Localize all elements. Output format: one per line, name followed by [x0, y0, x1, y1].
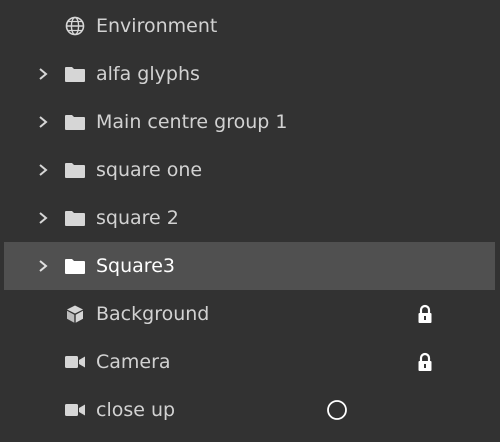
layer-label: square 2	[96, 207, 179, 229]
folder-icon	[64, 111, 86, 133]
layer-row-background[interactable]: Background	[0, 290, 500, 338]
layer-row-close-up[interactable]: close up	[0, 386, 500, 434]
circle-icon[interactable]	[326, 399, 348, 421]
camera-icon	[64, 399, 86, 421]
folder-icon	[64, 159, 86, 181]
layer-label: alfa glyphs	[96, 63, 200, 85]
camera-icon	[64, 351, 86, 373]
layer-label: Square3	[96, 255, 175, 277]
folder-icon	[64, 255, 86, 277]
cube-icon	[64, 303, 86, 325]
layer-row-square-one[interactable]: square one	[0, 146, 500, 194]
layer-label: Camera	[96, 351, 171, 373]
layer-label: close up	[96, 399, 176, 421]
layer-label: Environment	[96, 15, 218, 37]
layer-row-camera[interactable]: Camera	[0, 338, 500, 386]
chevron-right-icon[interactable]	[36, 115, 50, 129]
globe-icon	[64, 15, 86, 37]
layer-row-square3[interactable]: Square3	[4, 242, 495, 290]
lock-icon[interactable]	[414, 351, 436, 373]
lock-icon[interactable]	[414, 303, 436, 325]
chevron-right-icon[interactable]	[36, 259, 50, 273]
chevron-right-icon[interactable]	[36, 163, 50, 177]
layer-row-environment[interactable]: Environment	[0, 2, 500, 50]
layers-panel: Environment alfa glyphs Main centre grou…	[0, 0, 500, 442]
chevron-right-icon[interactable]	[36, 211, 50, 225]
layer-label: square one	[96, 159, 203, 181]
folder-icon	[64, 207, 86, 229]
layer-row-main-centre-group-1[interactable]: Main centre group 1	[0, 98, 500, 146]
folder-icon	[64, 63, 86, 85]
layer-label: Main centre group 1	[96, 111, 288, 133]
layer-row-square-2[interactable]: square 2	[0, 194, 500, 242]
layer-row-alfa-glyphs[interactable]: alfa glyphs	[0, 50, 500, 98]
chevron-right-icon[interactable]	[36, 67, 50, 81]
layer-label: Background	[96, 303, 210, 325]
